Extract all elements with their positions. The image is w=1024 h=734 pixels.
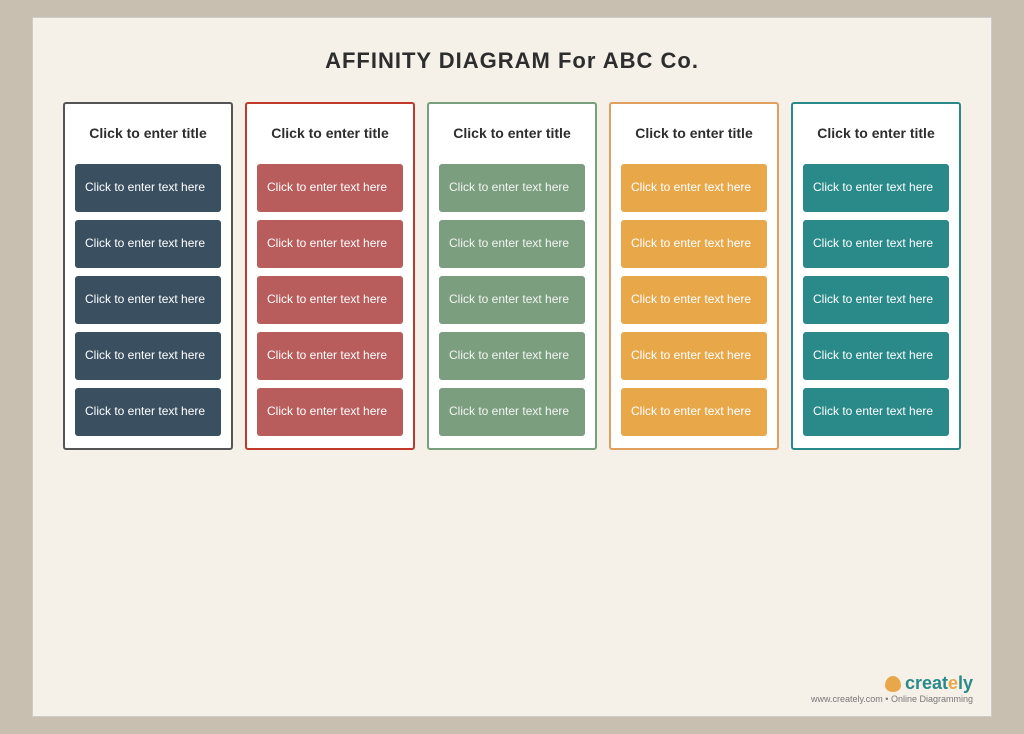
column-5: Click to enter title Click to enter text … (791, 102, 961, 450)
branding: creately www.creately.com • Online Diagr… (811, 673, 973, 704)
col-5-card-2[interactable]: Click to enter text here (803, 220, 949, 268)
col-4-card-3[interactable]: Click to enter text here (621, 276, 767, 324)
col-4-card-5[interactable]: Click to enter text here (621, 388, 767, 436)
col-3-card-4[interactable]: Click to enter text here (439, 332, 585, 380)
column-4: Click to enter title Click to enter text … (609, 102, 779, 450)
col-2-card-5[interactable]: Click to enter text here (257, 388, 403, 436)
col-5-card-5[interactable]: Click to enter text here (803, 388, 949, 436)
col-1-card-5[interactable]: Click to enter text here (75, 388, 221, 436)
col-4-card-4[interactable]: Click to enter text here (621, 332, 767, 380)
col-4-card-2[interactable]: Click to enter text here (621, 220, 767, 268)
col-4-card-1[interactable]: Click to enter text here (621, 164, 767, 212)
col-5-title[interactable]: Click to enter title (803, 116, 949, 156)
bulb-icon (885, 676, 901, 692)
col-3-card-1[interactable]: Click to enter text here (439, 164, 585, 212)
col-3-card-2[interactable]: Click to enter text here (439, 220, 585, 268)
col-2-card-2[interactable]: Click to enter text here (257, 220, 403, 268)
col-3-title[interactable]: Click to enter title (439, 116, 585, 156)
col-1-card-1[interactable]: Click to enter text here (75, 164, 221, 212)
brand-name: creately (905, 673, 973, 694)
col-3-card-5[interactable]: Click to enter text here (439, 388, 585, 436)
page-title: AFFINITY DIAGRAM For ABC Co. (63, 48, 961, 74)
column-3: Click to enter title Click to enter text … (427, 102, 597, 450)
col-4-title[interactable]: Click to enter title (621, 116, 767, 156)
brand-url: www.creately.com • Online Diagramming (811, 694, 973, 704)
col-3-card-3[interactable]: Click to enter text here (439, 276, 585, 324)
col-1-card-2[interactable]: Click to enter text here (75, 220, 221, 268)
columns-container: Click to enter title Click to enter text … (63, 102, 961, 450)
col-2-title[interactable]: Click to enter title (257, 116, 403, 156)
col-1-title[interactable]: Click to enter title (75, 116, 221, 156)
column-1: Click to enter title Click to enter text … (63, 102, 233, 450)
column-2: Click to enter title Click to enter text … (245, 102, 415, 450)
col-1-card-4[interactable]: Click to enter text here (75, 332, 221, 380)
col-5-card-1[interactable]: Click to enter text here (803, 164, 949, 212)
col-2-card-3[interactable]: Click to enter text here (257, 276, 403, 324)
col-5-card-4[interactable]: Click to enter text here (803, 332, 949, 380)
col-2-card-1[interactable]: Click to enter text here (257, 164, 403, 212)
col-2-card-4[interactable]: Click to enter text here (257, 332, 403, 380)
col-5-card-3[interactable]: Click to enter text here (803, 276, 949, 324)
canvas: AFFINITY DIAGRAM For ABC Co. Click to en… (32, 17, 992, 717)
col-1-card-3[interactable]: Click to enter text here (75, 276, 221, 324)
